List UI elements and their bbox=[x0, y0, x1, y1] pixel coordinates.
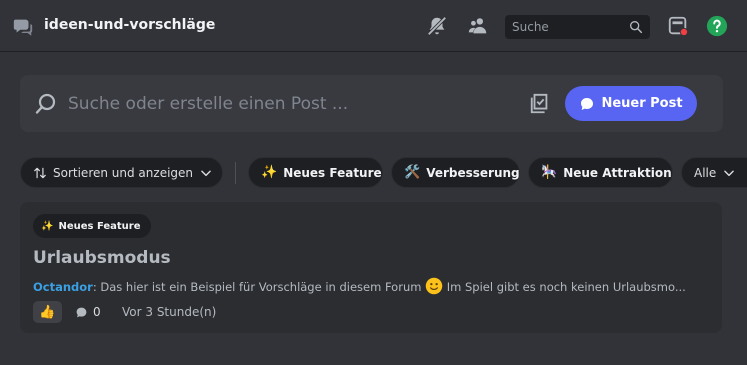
post-author[interactable]: Octandor bbox=[33, 280, 93, 294]
tag-label: Verbesserung bbox=[426, 165, 520, 180]
all-label: Alle bbox=[694, 165, 717, 180]
post-card[interactable]: ✨ Neues Feature Urlaubsmodus Octandor: D… bbox=[20, 202, 722, 333]
preview-text-after: Im Spiel gibt es noch keinen Urlaubsmo..… bbox=[446, 280, 686, 294]
post-search-input[interactable] bbox=[68, 87, 518, 121]
tag-filter-neue-attraktion[interactable]: 🎠 Neue Attraktion bbox=[528, 157, 673, 188]
all-tags-dropdown[interactable]: Alle bbox=[681, 157, 747, 188]
mute-bell-icon[interactable] bbox=[426, 15, 448, 37]
chat-bubble-icon bbox=[581, 97, 594, 110]
sort-and-view-button[interactable]: Sortieren und anzeigen bbox=[20, 157, 223, 188]
post-tag-label: Neues Feature bbox=[58, 220, 141, 232]
help-icon[interactable] bbox=[706, 15, 728, 37]
sort-arrows-icon bbox=[34, 167, 46, 178]
post-title: Urlaubsmodus bbox=[33, 248, 171, 268]
tag-filter-neues-feature[interactable]: ✨ Neues Feature bbox=[248, 157, 383, 188]
tools-icon: 🛠️ bbox=[404, 165, 421, 180]
sort-label: Sortieren und anzeigen bbox=[53, 165, 194, 180]
forum-icon bbox=[13, 19, 33, 36]
thumbs-up-icon: 👍 bbox=[39, 304, 56, 320]
search-icon bbox=[630, 20, 643, 34]
new-post-label: Neuer Post bbox=[601, 96, 683, 111]
filter-divider bbox=[235, 162, 236, 184]
post-time: Vor 3 Stunde(n) bbox=[122, 305, 217, 319]
channel-name: ideen-und-vorschläge bbox=[44, 17, 216, 33]
header-search[interactable] bbox=[505, 15, 650, 39]
channel-header: ideen-und-vorschläge bbox=[0, 0, 747, 52]
tag-filter-icon[interactable] bbox=[529, 93, 551, 115]
new-post-button[interactable]: Neuer Post bbox=[565, 86, 697, 121]
slightly-smiling-face-icon bbox=[425, 277, 443, 295]
reply-count-value: 0 bbox=[93, 305, 101, 319]
post-tag: ✨ Neues Feature bbox=[33, 214, 151, 238]
tag-label: Neues Feature bbox=[283, 165, 382, 180]
tag-filter-verbesserung[interactable]: 🛠️ Verbesserung bbox=[391, 157, 520, 188]
reaction-button[interactable]: 👍 bbox=[33, 301, 62, 323]
carousel-icon: 🎠 bbox=[541, 165, 558, 180]
preview-text-before: Das hier ist ein Beispiel für Vorschläge… bbox=[100, 280, 422, 294]
filter-row: Sortieren und anzeigen ✨ Neues Feature 🛠… bbox=[0, 157, 747, 189]
chevron-down-icon bbox=[724, 170, 735, 176]
sparkles-icon: ✨ bbox=[41, 220, 54, 232]
header-search-input[interactable] bbox=[505, 15, 625, 39]
sparkles-icon: ✨ bbox=[261, 165, 278, 180]
members-icon[interactable] bbox=[467, 15, 489, 37]
chat-bubble-icon bbox=[76, 307, 87, 317]
reply-count: 0 bbox=[75, 305, 101, 319]
post-preview: Octandor: Das hier ist ein Beispiel für … bbox=[33, 277, 713, 295]
inbox-icon[interactable] bbox=[667, 15, 689, 37]
tag-label: Neue Attraktion bbox=[563, 165, 672, 180]
chevron-down-icon bbox=[201, 170, 211, 176]
search-icon bbox=[35, 93, 56, 114]
post-search-bar: Neuer Post bbox=[20, 75, 723, 132]
